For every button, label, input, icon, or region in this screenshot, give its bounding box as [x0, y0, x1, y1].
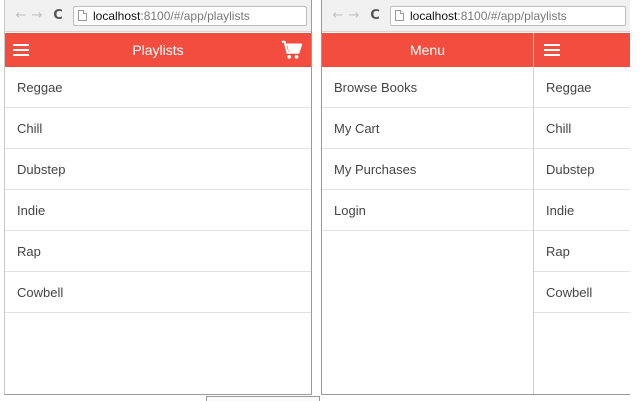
hamburger-icon[interactable]: [544, 44, 560, 56]
forward-button[interactable]: →: [29, 8, 45, 23]
browser-toolbar: ← → C localhost:8100/#/app/playlists: [5, 0, 311, 32]
browser-toolbar: ← → C localhost:8100/#/app/playlists: [322, 0, 630, 32]
shifted-content-panel: Reggae Chill Dubstep Indie Rap Cowbell: [533, 33, 630, 394]
list-item[interactable]: Cowbell: [534, 272, 630, 313]
playlists-header-bar: Playlists: [5, 33, 311, 67]
right-browser-window: ← → C localhost:8100/#/app/playlists Men…: [321, 0, 630, 395]
list-item[interactable]: Reggae: [5, 67, 311, 108]
list-item[interactable]: Rap: [5, 231, 311, 272]
menu-item-my-cart[interactable]: My Cart: [322, 108, 533, 149]
list-item[interactable]: Dubstep: [5, 149, 311, 190]
menu-header-bar: Menu: [322, 33, 533, 67]
list-item[interactable]: Chill: [534, 108, 630, 149]
side-menu: Browse Books My Cart My Purchases Login: [322, 67, 533, 231]
playlist-list: Reggae Chill Dubstep Indie Rap Cowbell: [5, 67, 311, 313]
back-button[interactable]: ←: [13, 8, 29, 23]
hamburger-icon[interactable]: [13, 44, 29, 56]
url-path: :8100/#/app/playlists: [457, 8, 567, 23]
content-header-bar: [534, 33, 630, 67]
url-path: :8100/#/app/playlists: [140, 8, 250, 23]
menu-item-my-purchases[interactable]: My Purchases: [322, 149, 533, 190]
list-item[interactable]: Indie: [5, 190, 311, 231]
left-browser-window: ← → C localhost:8100/#/app/playlists Pla…: [4, 0, 312, 395]
back-button[interactable]: ←: [330, 8, 346, 23]
menu-title: Menu: [409, 42, 446, 58]
list-item[interactable]: Rap: [534, 231, 630, 272]
list-item[interactable]: Reggae: [534, 67, 630, 108]
bottom-status-box: [206, 396, 320, 401]
address-bar[interactable]: localhost:8100/#/app/playlists: [390, 5, 626, 26]
reload-button[interactable]: C: [49, 8, 67, 23]
page-icon: [78, 10, 87, 21]
playlist-list: Reggae Chill Dubstep Indie Rap Cowbell: [534, 67, 630, 313]
page-icon: [395, 10, 404, 21]
list-item[interactable]: Chill: [5, 108, 311, 149]
menu-item-login[interactable]: Login: [322, 190, 533, 231]
menu-item-browse-books[interactable]: Browse Books: [322, 67, 533, 108]
url-host: localhost: [410, 8, 458, 23]
forward-button[interactable]: →: [346, 8, 362, 23]
list-item[interactable]: Cowbell: [5, 272, 311, 313]
page-title: Playlists: [132, 42, 184, 58]
list-item[interactable]: Dubstep: [534, 149, 630, 190]
address-bar[interactable]: localhost:8100/#/app/playlists: [73, 5, 307, 26]
list-item[interactable]: Indie: [534, 190, 630, 231]
url-host: localhost: [93, 8, 141, 23]
reload-button[interactable]: C: [366, 8, 384, 23]
cart-icon[interactable]: [281, 39, 303, 61]
